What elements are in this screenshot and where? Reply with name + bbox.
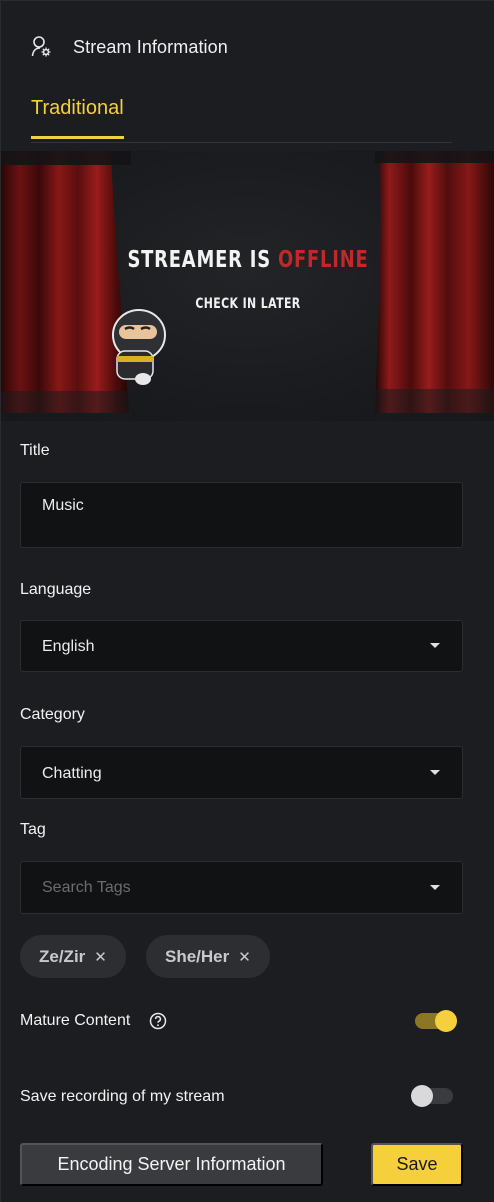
tag-label: Tag	[20, 821, 46, 838]
help-icon[interactable]	[149, 1012, 167, 1030]
chevron-down-icon	[430, 884, 440, 890]
tag-search-select[interactable]: Search Tags	[20, 861, 463, 914]
toggle-knob	[435, 1010, 457, 1032]
tag-chip-label: She/Her	[165, 946, 230, 966]
save-button[interactable]: Save	[371, 1143, 463, 1186]
remove-tag-icon[interactable]: ✕	[94, 948, 107, 966]
user-settings-icon	[31, 36, 51, 57]
title-input[interactable]: Music	[20, 482, 463, 548]
tag-chip-label: Ze/Zir	[39, 946, 86, 966]
toggle-knob	[411, 1085, 433, 1107]
tag-search-placeholder: Search Tags	[42, 879, 131, 896]
language-select[interactable]: English	[20, 620, 463, 672]
category-select[interactable]: Chatting	[20, 746, 463, 799]
category-label: Category	[20, 706, 85, 723]
mature-content-label: Mature Content	[20, 1012, 131, 1029]
chevron-down-icon	[430, 643, 440, 648]
language-label: Language	[20, 581, 92, 598]
right-curtain-image	[375, 151, 494, 421]
offline-headline-prefix: STREAMER IS	[127, 247, 271, 273]
ninja-mascot-image	[112, 309, 166, 385]
panel-title: Stream Information	[73, 36, 228, 57]
tag-chip: Ze/Zir ✕	[20, 935, 126, 978]
title-label: Title	[20, 442, 50, 459]
save-recording-toggle[interactable]	[411, 1085, 453, 1107]
stream-offline-preview: STREAMER IS OFFLINE CHECK IN LATER	[1, 151, 494, 421]
offline-headline-highlight: OFFLINE	[277, 247, 369, 273]
stream-information-panel: Stream Information Traditional STREAMER …	[0, 0, 494, 1202]
remove-tag-icon[interactable]: ✕	[238, 948, 251, 966]
tab-traditional[interactable]: Traditional	[31, 97, 124, 139]
category-select-value: Chatting	[42, 765, 102, 782]
language-select-value: English	[42, 638, 95, 655]
mature-content-toggle[interactable]	[415, 1010, 457, 1032]
encoding-server-information-button[interactable]: Encoding Server Information	[20, 1143, 323, 1186]
tab-bar: Traditional	[31, 97, 452, 143]
chevron-down-icon	[430, 769, 440, 775]
title-input-value: Music	[42, 497, 84, 514]
offline-headline: STREAMER IS OFFLINE	[55, 247, 440, 273]
save-recording-label: Save recording of my stream	[20, 1088, 225, 1105]
tag-chip: She/Her ✕	[146, 935, 270, 978]
panel-header: Stream Information	[31, 35, 228, 59]
